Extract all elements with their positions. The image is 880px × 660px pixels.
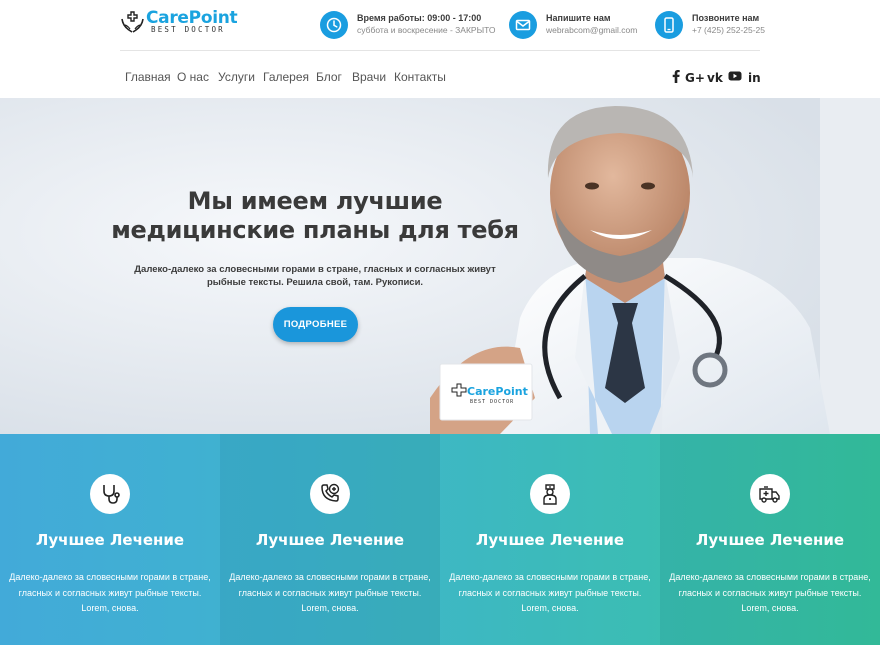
facebook-icon[interactable]: [669, 69, 683, 83]
feature-title: Лучшее Лечение: [35, 531, 185, 549]
card-brand-tagline: BEST DOCTOR: [470, 399, 514, 405]
contact-hours-title: Время работы: 09:00 - 17:00: [357, 13, 482, 23]
feature-title: Лучшее Лечение: [695, 531, 845, 549]
phone-icon: [655, 11, 683, 39]
heart-hands-icon: [121, 11, 144, 33]
nav-item-doctors[interactable]: Врачи: [352, 70, 386, 84]
envelope-icon: [509, 11, 537, 39]
linkedin-icon[interactable]: in: [748, 69, 761, 85]
feature-text: Далеко-далеко за словесными горами в стр…: [9, 572, 211, 613]
features-section: Лучшее Лечение Далеко-далеко за словесны…: [0, 434, 880, 645]
feature-card: Лучшее Лечение Далеко-далеко за словесны…: [440, 434, 660, 645]
nav-item-contacts[interactable]: Контакты: [394, 70, 446, 84]
logo[interactable]: CarePoint BEST DOCTOR: [120, 8, 238, 35]
feature-card: Лучшее Лечение Далеко-далеко за словесны…: [0, 434, 220, 645]
contact-phone: Позвоните нам +7 (425) 252-25-25: [655, 11, 765, 39]
nav-item-gallery[interactable]: Галерея: [263, 70, 309, 84]
nav-item-about[interactable]: О нас: [177, 70, 209, 84]
contact-hours: Время работы: 09:00 - 17:00 суббота и во…: [320, 11, 500, 39]
contact-email-address[interactable]: webrabcom@gmail.com: [546, 25, 637, 35]
feature-text: Далеко-далеко за словесными горами в стр…: [449, 572, 651, 613]
card-brand-name: CarePoint: [467, 385, 528, 398]
ambulance-icon: [750, 474, 790, 514]
youtube-icon[interactable]: [728, 69, 742, 83]
main-nav: Главная О нас Услуги Галерея Блог Врачи …: [120, 51, 761, 99]
google-plus-icon[interactable]: G+: [685, 69, 705, 85]
feature-text: Далеко-далеко за словесными горами в стр…: [669, 572, 871, 613]
nav-item-blog[interactable]: Блог: [316, 70, 342, 84]
contact-phone-title: Позвоните нам: [692, 13, 760, 23]
feature-card: Лучшее Лечение Далеко-далеко за словесны…: [660, 434, 880, 645]
feature-title: Лучшее Лечение: [255, 531, 405, 549]
contact-email: Напишите нам webrabcom@gmail.com: [509, 11, 643, 39]
hero-title: Мы имеем лучшие медицинские планы для те…: [111, 187, 519, 244]
clock-icon: [320, 11, 348, 39]
nav-item-services[interactable]: Услуги: [218, 70, 255, 84]
hero-description: Далеко-далеко за словесными горами в стр…: [134, 264, 496, 288]
feature-card: Лучшее Лечение Далеко-далеко за словесны…: [220, 434, 440, 645]
contact-hours-subtitle: суббота и воскресение - ЗАКРЫТО: [357, 25, 496, 35]
contact-phone-number[interactable]: +7 (425) 252-25-25: [692, 25, 765, 35]
feature-text: Далеко-далеко за словесными горами в стр…: [229, 572, 431, 613]
vk-icon[interactable]: vk: [707, 69, 723, 85]
stethoscope-icon: [90, 474, 130, 514]
more-button[interactable]: ПОДРОБНЕЕ: [273, 307, 358, 342]
phone-medical-icon: [310, 474, 350, 514]
contact-email-title: Напишите нам: [546, 13, 611, 23]
feature-title: Лучшее Лечение: [475, 531, 625, 549]
nurse-icon: [530, 474, 570, 514]
top-bar: CarePoint BEST DOCTOR Время работы: 09:0…: [120, 0, 765, 51]
nav-item-home[interactable]: Главная: [125, 70, 171, 84]
brand-tagline: BEST DOCTOR: [151, 25, 225, 34]
hero-section: CarePoint BEST DOCTOR Мы имеем лучшие ме…: [0, 98, 880, 434]
